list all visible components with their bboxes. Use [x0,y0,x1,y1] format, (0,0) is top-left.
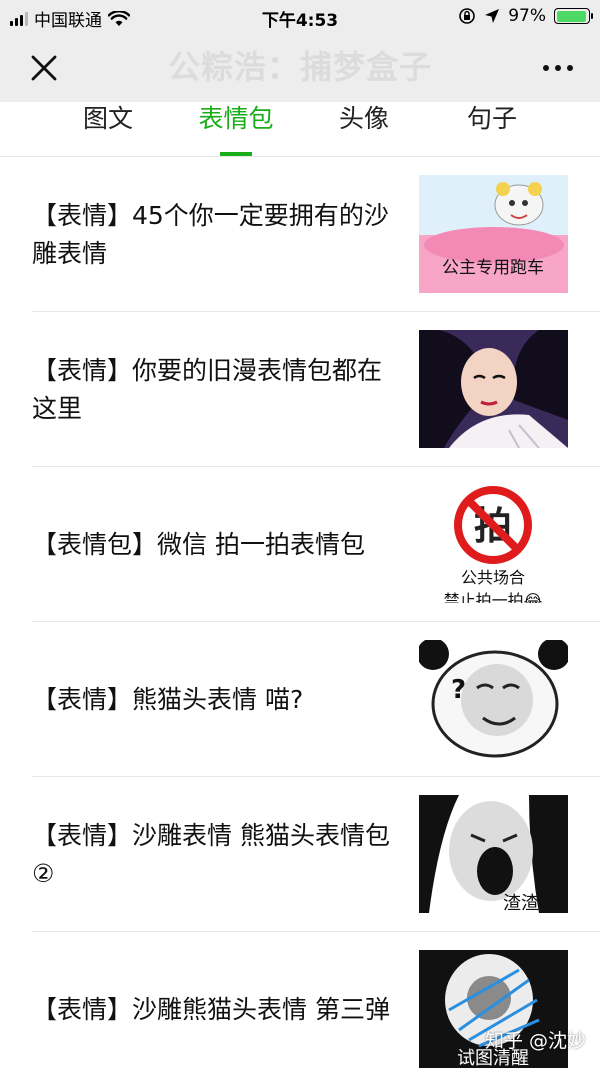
more-icon[interactable] [538,54,578,82]
tab-avatars[interactable]: 头像 [324,102,404,156]
orientation-lock-icon [459,8,476,24]
tab-label: 头像 [338,104,389,133]
article-title: 【表情】你要的旧漫表情包都在这里 [32,355,383,423]
battery-level [556,10,586,22]
tab-stickers[interactable]: 表情包 [190,102,282,156]
tab-label: 图文 [82,104,133,133]
article-title: 【表情】沙雕熊猫头表情 第三弹 [32,994,390,1024]
thumb-caption: 公共场合 [461,568,525,587]
thumb-caption: ? [451,675,466,705]
article-thumbnail: 公主专用跑车 [419,175,568,293]
status-bar: 中国联通 下午4:53 97% [0,0,600,34]
tab-quotes[interactable]: 句子 [452,102,532,156]
active-tab-indicator [220,152,252,156]
page-title: 公粽浩：捕梦盒子 [167,48,432,86]
tab-label: 句子 [466,104,517,133]
article-item[interactable]: 【表情】沙雕表情 熊猫头表情包② 渣渣 [0,777,600,932]
thumb-caption: 公主专用跑车 [442,258,544,278]
article-title: 【表情】45个你一定要拥有的沙雕表情 [32,200,389,268]
thumb-caption: 禁止拍一拍😂 [444,591,543,603]
article-thumbnail: ? [419,640,568,758]
location-icon [485,9,500,23]
watermark: 知乎 @沈妙 [484,1030,586,1052]
battery-percent: 97% [508,6,546,26]
close-icon[interactable] [28,52,60,84]
status-right: 97% [458,6,593,26]
tab-image-text[interactable]: 图文 [68,102,148,156]
tab-bar: 图文 表情包 头像 句子 [0,102,600,157]
nav-bar: 公粽浩：捕梦盒子 [0,34,600,102]
article-item[interactable]: 【表情】45个你一定要拥有的沙雕表情 公主专用跑车 [0,157,600,312]
article-title: 【表情包】微信 拍一拍表情包 [32,529,365,559]
article-item[interactable]: 【表情】熊猫头表情 喵? ? [0,622,600,777]
article-title: 【表情】熊猫头表情 喵? [32,684,304,714]
article-item[interactable]: 【表情】沙雕熊猫头表情 第三弹 试图清醒 [0,932,600,1087]
tab-label: 表情包 [198,104,274,133]
article-item[interactable]: 【表情包】微信 拍一拍表情包 拍 公共场合 禁止拍一拍😂 [0,467,600,622]
battery-icon [554,8,593,24]
article-item[interactable]: 【表情】你要的旧漫表情包都在这里 [0,312,600,467]
article-thumbnail: 渣渣 [419,795,568,913]
thumb-caption: 渣渣 [503,893,539,913]
article-thumbnail [419,330,568,448]
article-title: 【表情】沙雕表情 熊猫头表情包② [32,820,390,888]
article-thumbnail: 拍 公共场合 禁止拍一拍😂 [419,485,568,603]
